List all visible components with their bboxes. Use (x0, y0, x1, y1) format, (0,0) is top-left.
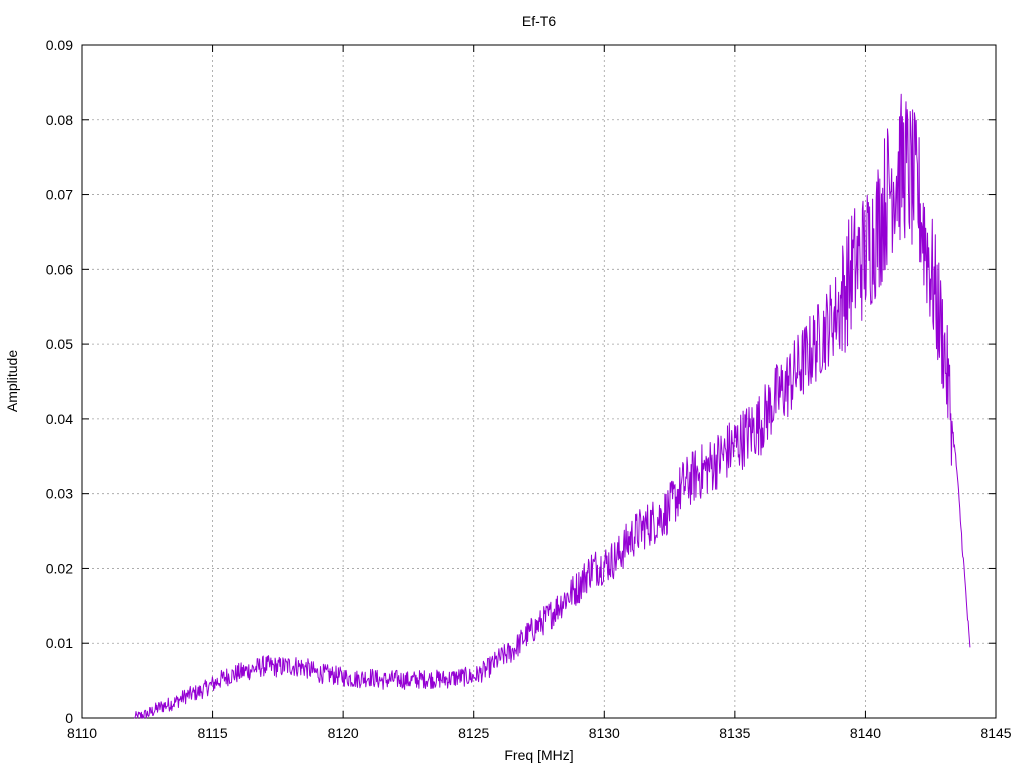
y-tick-label: 0.01 (46, 635, 73, 651)
x-tick-label: 8120 (328, 725, 359, 741)
y-tick-label: 0 (65, 710, 73, 726)
y-tick-label: 0.04 (46, 411, 73, 427)
x-tick-label: 8145 (980, 725, 1011, 741)
plot-frame (81, 44, 997, 719)
y-axis-label: Amplitude (4, 350, 20, 412)
grid (82, 45, 996, 718)
x-tick-label: 8110 (67, 725, 97, 741)
y-tick-label: 0.07 (46, 187, 73, 203)
y-tick-label: 0.05 (46, 336, 73, 352)
x-tick-label: 8140 (850, 725, 881, 741)
y-tick-label: 0.02 (46, 560, 73, 576)
x-tick-label: 8115 (198, 725, 228, 741)
y-tick-label: 0.08 (46, 112, 73, 128)
tick-labels: 8110 8115 8120 8125 8130 8135 8140 8145 0 0.01 0.0… (46, 37, 1012, 741)
y-tick-label: 0.06 (46, 261, 73, 277)
series-line (134, 93, 971, 719)
x-tick-label: 8125 (458, 725, 489, 741)
x-tick-label: 8135 (719, 725, 750, 741)
x-tick-label: 8130 (589, 725, 620, 741)
chart-title: Ef-T6 (522, 13, 556, 29)
y-tick-label: 0.03 (46, 486, 73, 502)
ticks (81, 44, 997, 719)
chart: 8110 8115 8120 8125 8130 8135 8140 8145 0 0.01 0.0… (4, 13, 1012, 763)
y-tick-label: 0.09 (46, 37, 73, 53)
x-axis-label: Freq [MHz] (504, 747, 573, 763)
